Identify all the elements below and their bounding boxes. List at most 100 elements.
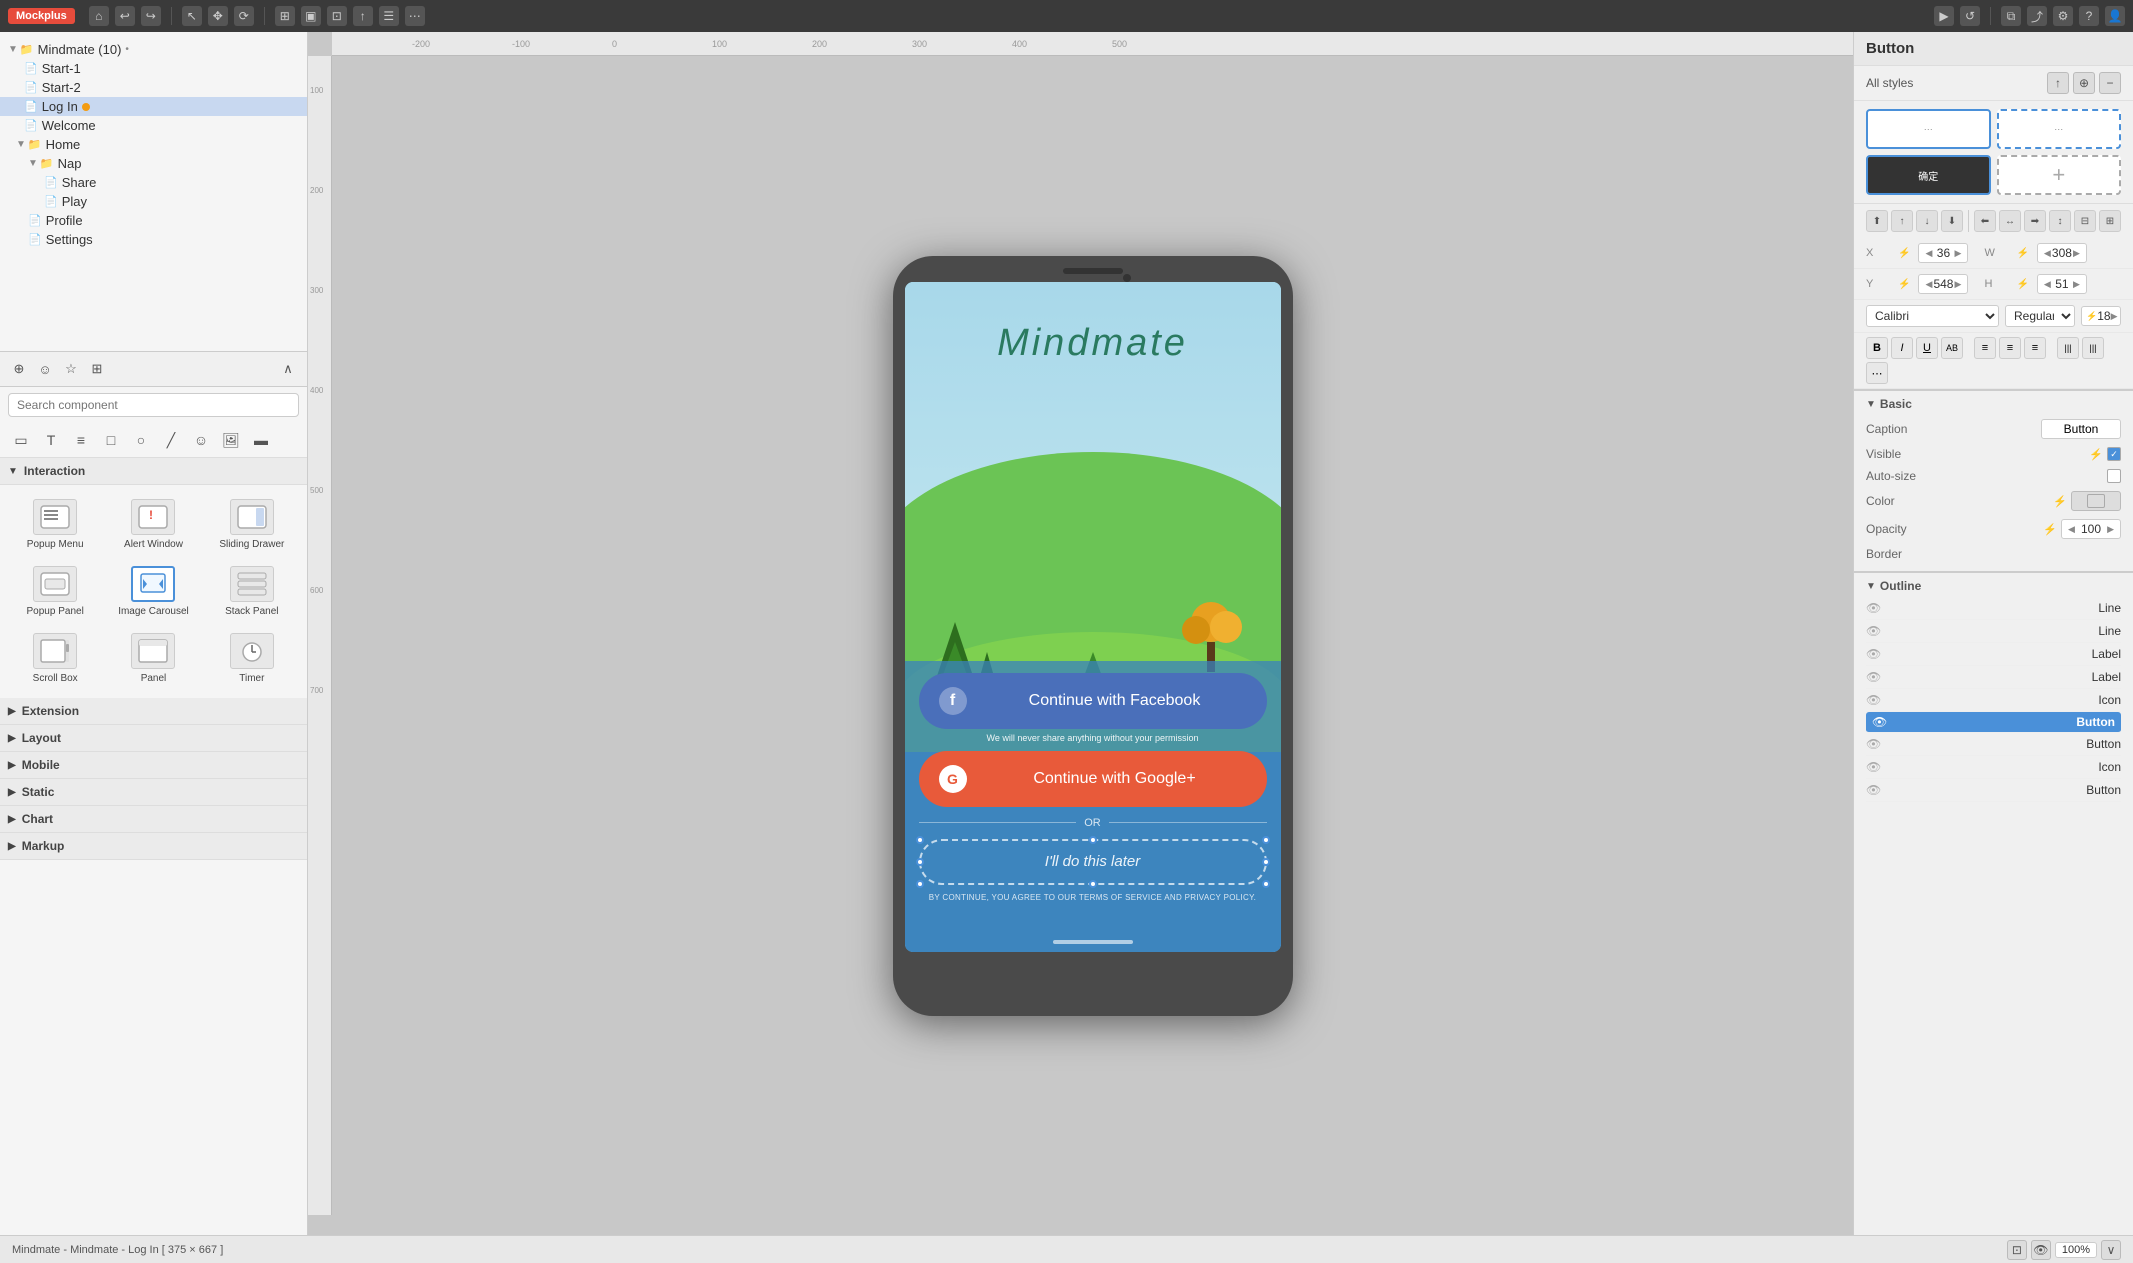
- outline-eye-5[interactable]: 👁: [1866, 693, 1881, 707]
- align-center-v[interactable]: ↕: [2049, 210, 2071, 232]
- outline-eye-9[interactable]: 👁: [1866, 783, 1881, 797]
- search-input[interactable]: [8, 393, 299, 417]
- smile-icon[interactable]: ☺: [34, 358, 56, 380]
- style-action-3[interactable]: −: [2099, 72, 2121, 94]
- extension-section-header[interactable]: ▶ Extension: [0, 698, 307, 725]
- align-top[interactable]: ⬆: [1866, 210, 1888, 232]
- share-icon[interactable]: ⤴: [2027, 6, 2047, 26]
- align-distribute-h[interactable]: ⊟: [2074, 210, 2096, 232]
- zoom-down-btn[interactable]: ∨: [2101, 1240, 2121, 1260]
- text-align-tool[interactable]: ≡: [68, 427, 94, 453]
- facebook-button[interactable]: f Continue with Facebook: [919, 673, 1267, 729]
- outline-eye-2[interactable]: 👁: [1866, 624, 1881, 638]
- image-tool[interactable]: 🖼: [218, 427, 244, 453]
- table-shape-tool[interactable]: ▬: [248, 427, 274, 453]
- star-icon[interactable]: ☆: [60, 358, 82, 380]
- move-icon[interactable]: ✥: [208, 6, 228, 26]
- table-icon[interactable]: ⊞: [86, 358, 108, 380]
- opacity-arrow-left[interactable]: ◀: [2068, 524, 2075, 535]
- crop-icon[interactable]: ⊡: [327, 6, 347, 26]
- font-size-up[interactable]: ▶: [2111, 311, 2118, 322]
- btn-style-filled[interactable]: ···: [1866, 109, 1991, 149]
- align-right-btn[interactable]: ≡: [2024, 337, 2046, 359]
- tree-login[interactable]: 📄 Log In: [0, 97, 307, 116]
- font-family-select[interactable]: Calibri: [1866, 305, 1999, 327]
- y-arrow-right[interactable]: ▶: [1955, 279, 1962, 290]
- h-arrow-left[interactable]: ◀: [2044, 279, 2051, 290]
- outline-button-selected[interactable]: 👁 Button: [1866, 712, 2121, 733]
- list-icon[interactable]: ☰: [379, 6, 399, 26]
- rotate-icon[interactable]: ⟳: [234, 6, 254, 26]
- w-value-box[interactable]: ◀ 308 ▶: [2037, 243, 2087, 263]
- w-arrow-left[interactable]: ◀: [2044, 248, 2051, 259]
- zoom-fit-btn[interactable]: ⊡: [2007, 1240, 2027, 1260]
- later-button[interactable]: I'll do this later: [919, 839, 1267, 885]
- tree-home[interactable]: ▼ 📁 Home: [0, 135, 307, 154]
- play-icon[interactable]: ▶: [1934, 6, 1954, 26]
- outline-eye-3[interactable]: 👁: [1866, 647, 1881, 661]
- italic-btn[interactable]: I: [1891, 337, 1913, 359]
- tree-project[interactable]: ▼ 📁 Mindmate (10) •: [0, 40, 307, 59]
- help-icon[interactable]: ?: [2079, 6, 2099, 26]
- comp-popup-panel[interactable]: Popup Panel: [8, 560, 102, 623]
- tree-start2[interactable]: 📄 Start-2: [0, 78, 307, 97]
- outline-eye-1[interactable]: 👁: [1866, 601, 1881, 615]
- x-arrow-left[interactable]: ◀: [1925, 248, 1932, 259]
- h-arrow-right[interactable]: ▶: [2073, 279, 2080, 290]
- text-tool[interactable]: T: [38, 427, 64, 453]
- line-tool[interactable]: ╱: [158, 427, 184, 453]
- tree-start1[interactable]: 📄 Start-1: [0, 59, 307, 78]
- frame-icon[interactable]: ▣: [301, 6, 321, 26]
- align-up[interactable]: ↑: [1891, 210, 1913, 232]
- interaction-section-header[interactable]: ▼ Interaction: [0, 458, 307, 485]
- settings-icon[interactable]: ⚙: [2053, 6, 2073, 26]
- comp-alert-window[interactable]: ! Alert Window: [106, 493, 200, 556]
- tree-welcome[interactable]: 📄 Welcome: [0, 116, 307, 135]
- align-distribute-v[interactable]: ⊞: [2099, 210, 2121, 232]
- visible-checkbox[interactable]: ✓: [2107, 447, 2121, 461]
- tree-profile[interactable]: 📄 Profile: [0, 211, 307, 230]
- comp-popup-menu[interactable]: Popup Menu: [8, 493, 102, 556]
- list1-btn[interactable]: |||: [2057, 337, 2079, 359]
- outline-eye-7[interactable]: 👁: [1866, 737, 1881, 751]
- zoom-eye-btn[interactable]: 👁: [2031, 1240, 2051, 1260]
- more-fmt-btn[interactable]: ⋯: [1866, 362, 1888, 384]
- static-section-header[interactable]: ▶ Static: [0, 779, 307, 806]
- chart-section-header[interactable]: ▶ Chart: [0, 806, 307, 833]
- font-size-box[interactable]: ⚡ 18 ▶: [2081, 306, 2121, 326]
- layout-section-header[interactable]: ▶ Layout: [0, 725, 307, 752]
- outline-eye-4[interactable]: 👁: [1866, 670, 1881, 684]
- zoom-value[interactable]: 100%: [2055, 1242, 2097, 1258]
- align-center-btn[interactable]: ≡: [1999, 337, 2021, 359]
- export-icon[interactable]: ↑: [353, 6, 373, 26]
- comp-sliding-drawer[interactable]: Sliding Drawer: [205, 493, 299, 556]
- outline-eye-6[interactable]: 👁: [1872, 715, 1887, 729]
- rect-tool[interactable]: ▭: [8, 427, 34, 453]
- font-size-down[interactable]: ⚡: [2086, 311, 2097, 322]
- google-button[interactable]: G Continue with Google+: [919, 751, 1267, 807]
- x-value-box[interactable]: ◀ 36 ▶: [1918, 243, 1968, 263]
- mobile-section-header[interactable]: ▶ Mobile: [0, 752, 307, 779]
- strikethrough-btn[interactable]: AB: [1941, 337, 1963, 359]
- align-left[interactable]: ⬅: [1974, 210, 1996, 232]
- home-icon[interactable]: ⌂: [89, 6, 109, 26]
- w-arrow-right[interactable]: ▶: [2073, 248, 2080, 259]
- opacity-arrow-right[interactable]: ▶: [2107, 524, 2114, 535]
- underline-btn[interactable]: U: [1916, 337, 1938, 359]
- btn-style-dark[interactable]: 确定: [1866, 155, 1991, 195]
- align-down[interactable]: ↓: [1916, 210, 1938, 232]
- undo-icon[interactable]: ↩: [115, 6, 135, 26]
- font-weight-select[interactable]: Regular: [2005, 305, 2075, 327]
- align-left-btn[interactable]: ≡: [1974, 337, 1996, 359]
- refresh-icon[interactable]: ↺: [1960, 6, 1980, 26]
- comp-panel[interactable]: Panel: [106, 627, 200, 690]
- comp-image-carousel[interactable]: Image Carousel: [106, 560, 200, 623]
- redo-icon[interactable]: ↪: [141, 6, 161, 26]
- emoji-tool[interactable]: ☺: [188, 427, 214, 453]
- tree-share[interactable]: 📄 Share: [0, 173, 307, 192]
- circle-tool[interactable]: ○: [128, 427, 154, 453]
- tree-play[interactable]: 📄 Play: [0, 192, 307, 211]
- comp-timer[interactable]: Timer: [205, 627, 299, 690]
- style-action-2[interactable]: ⊕: [2073, 72, 2095, 94]
- align-bottom[interactable]: ⬇: [1941, 210, 1963, 232]
